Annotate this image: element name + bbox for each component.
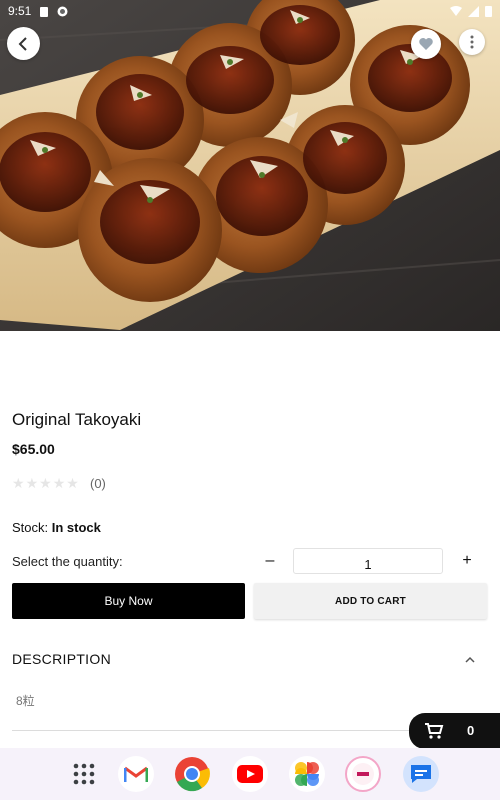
- app-dock: [0, 748, 500, 800]
- store-app-icon[interactable]: [345, 756, 381, 792]
- quantity-field[interactable]: 1: [293, 548, 443, 574]
- stock-label: Stock:: [12, 520, 49, 535]
- cart-icon: [425, 723, 444, 739]
- photos-icon[interactable]: [289, 756, 325, 792]
- quantity-increase-button[interactable]: +: [459, 550, 475, 572]
- quantity-label: Select the quantity:: [12, 554, 123, 569]
- gmail-icon[interactable]: [118, 756, 154, 792]
- status-bar: 9:51: [0, 0, 500, 22]
- battery-icon: [485, 6, 492, 17]
- floating-cart-button[interactable]: 0: [409, 713, 500, 749]
- description-header[interactable]: DESCRIPTION: [12, 651, 111, 667]
- rating-count: (0): [90, 476, 106, 491]
- buy-now-button[interactable]: Buy Now: [12, 583, 245, 619]
- favorite-button[interactable]: [411, 29, 441, 59]
- chevron-left-icon: [18, 36, 27, 51]
- add-to-cart-button[interactable]: ADD TO CART: [254, 583, 487, 619]
- product-price: $65.00: [12, 441, 55, 457]
- description-text: 8粒: [16, 694, 35, 708]
- quantity-decrease-button[interactable]: –: [262, 550, 278, 572]
- more-options-button[interactable]: [459, 29, 485, 55]
- star-icon: ★: [66, 475, 79, 491]
- heart-icon: [419, 38, 433, 50]
- more-vertical-icon: [470, 35, 474, 49]
- messages-icon[interactable]: [403, 756, 439, 792]
- chrome-icon[interactable]: [174, 756, 210, 792]
- status-time: 9:51: [8, 4, 32, 18]
- cart-count: 0: [467, 723, 475, 738]
- signal-icon: [468, 5, 479, 17]
- rating-stars: ★ ★ ★ ★ ★: [12, 475, 79, 492]
- star-icon: ★: [25, 475, 39, 491]
- chevron-up-icon[interactable]: [462, 652, 478, 668]
- app-drawer-icon[interactable]: [66, 756, 102, 792]
- back-button[interactable]: [7, 27, 40, 60]
- stock-status: Stock: In stock: [12, 520, 101, 535]
- star-icon: ★: [52, 475, 66, 491]
- youtube-icon[interactable]: [232, 756, 268, 792]
- stock-value: In stock: [51, 520, 101, 535]
- wifi-icon: [450, 5, 462, 16]
- notification-icon: [57, 6, 68, 16]
- star-icon: ★: [39, 475, 52, 491]
- sim-card-icon: [40, 6, 49, 17]
- product-title: Original Takoyaki: [12, 410, 142, 429]
- star-icon: ★: [12, 475, 25, 491]
